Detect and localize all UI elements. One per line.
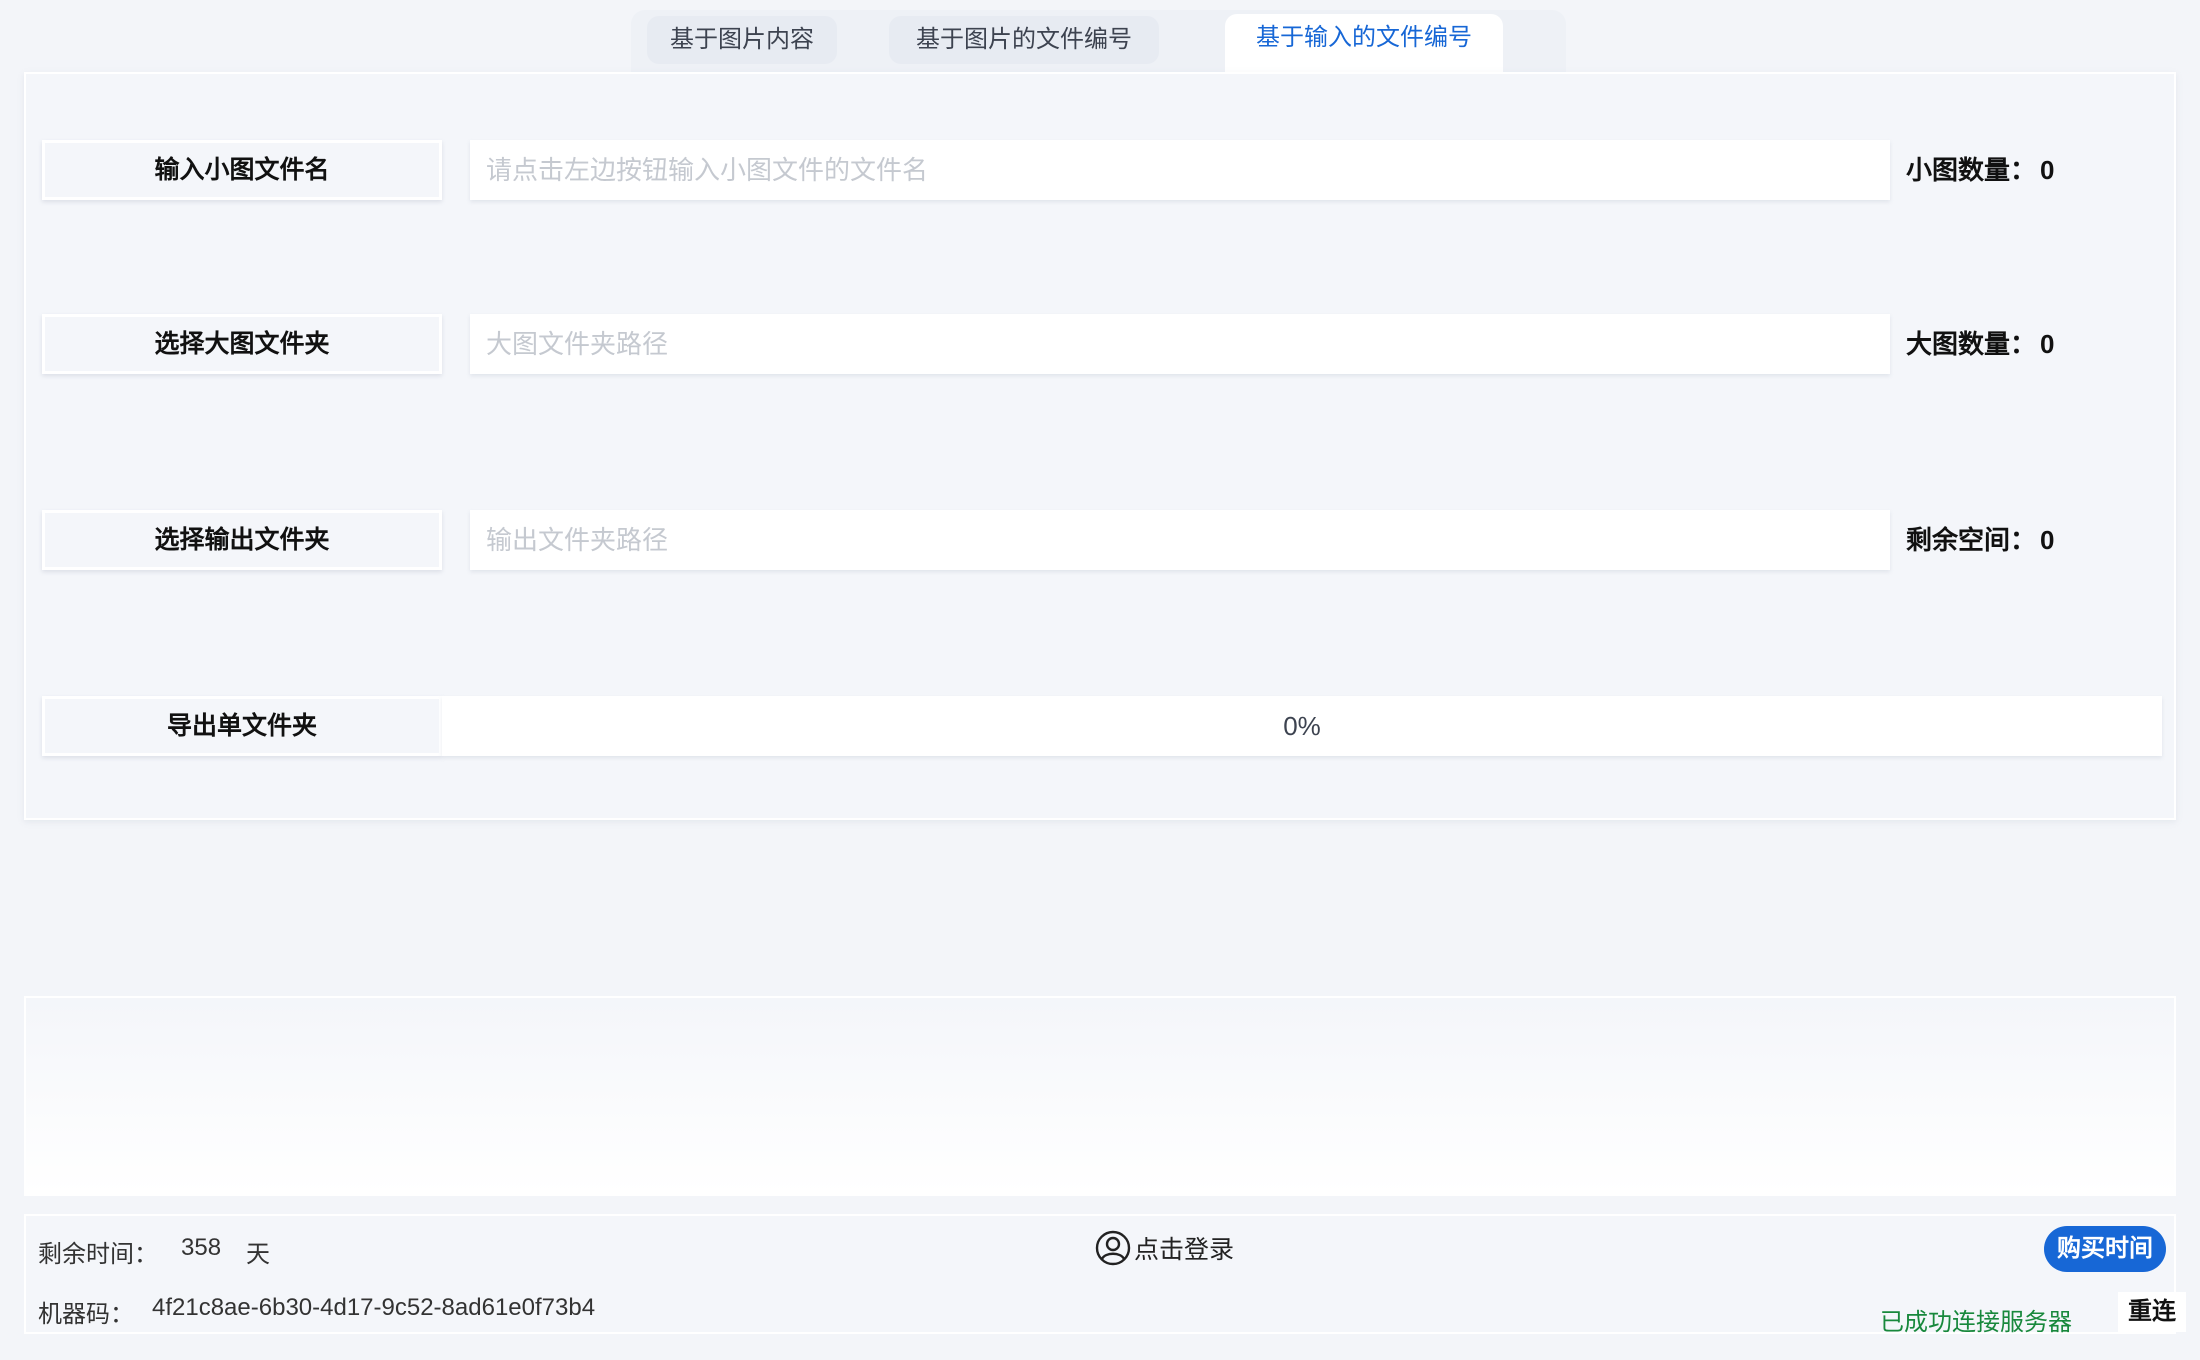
big-count-label: 大图数量：: [1906, 329, 2037, 359]
select-output-folder-button[interactable]: 选择输出文件夹: [42, 510, 442, 570]
free-space-value: 0: [2040, 525, 2055, 555]
login-label: 点击登录: [1134, 1236, 1235, 1264]
select-big-folder-button[interactable]: 选择大图文件夹: [42, 314, 442, 374]
progress-text: 0%: [1283, 711, 1321, 741]
free-space-label: 剩余空间：: [1906, 525, 2037, 555]
app-root: 基于图片内容 基于图片的文件编号 基于输入的文件编号 输入小图文件名 小图数量：…: [0, 0, 2200, 1360]
settings-panel: 输入小图文件名 小图数量：0 选择大图文件夹 大图数量：0 选择输出文件夹 剩余…: [24, 72, 2176, 820]
buy-time-button[interactable]: 购买时间: [2044, 1226, 2166, 1272]
small-count-value: 0: [2040, 155, 2055, 185]
machine-code-label: 机器码：: [38, 1301, 134, 1328]
remaining-time-label: 剩余时间：: [38, 1241, 158, 1268]
remaining-time-unit: 天: [246, 1241, 270, 1268]
machine-code-value: 4f21c8ae-6b30-4d17-9c52-8ad61e0f73b4: [152, 1294, 596, 1321]
tab-input-file-number[interactable]: 基于输入的文件编号: [1225, 14, 1503, 72]
user-circle-icon: [1095, 1230, 1131, 1266]
remaining-time-value: 358: [181, 1234, 222, 1261]
big-folder-path-input[interactable]: [470, 314, 1890, 374]
tab-bar: 基于图片内容 基于图片的文件编号 基于输入的文件编号: [631, 10, 1566, 74]
connection-status: 已成功连接服务器: [1880, 1309, 2072, 1336]
log-area: [24, 996, 2176, 1196]
export-progress-bar: 0%: [442, 696, 2162, 756]
export-single-folder-button[interactable]: 导出单文件夹: [42, 696, 442, 756]
login-button[interactable]: 点击登录: [1094, 1228, 1234, 1268]
tab-image-file-number[interactable]: 基于图片的文件编号: [889, 16, 1159, 64]
small-count: 小图数量： 0: [1906, 140, 2054, 200]
tab-image-content[interactable]: 基于图片内容: [647, 16, 837, 64]
output-folder-path-input[interactable]: [470, 510, 1890, 570]
small-filename-input[interactable]: [470, 140, 1890, 200]
big-count-value: 0: [2040, 329, 2055, 359]
status-footer: 剩余时间： 358 天 点击登录 购买时间 机器码： 4f21c8ae-6b30…: [24, 1214, 2186, 1336]
big-count: 大图数量： 0: [1906, 314, 2054, 374]
small-count-label: 小图数量：: [1906, 155, 2037, 185]
free-space: 剩余空间： 0: [1906, 510, 2054, 570]
reconnect-button[interactable]: 重连: [2118, 1292, 2186, 1332]
input-small-filename-button[interactable]: 输入小图文件名: [42, 140, 442, 200]
